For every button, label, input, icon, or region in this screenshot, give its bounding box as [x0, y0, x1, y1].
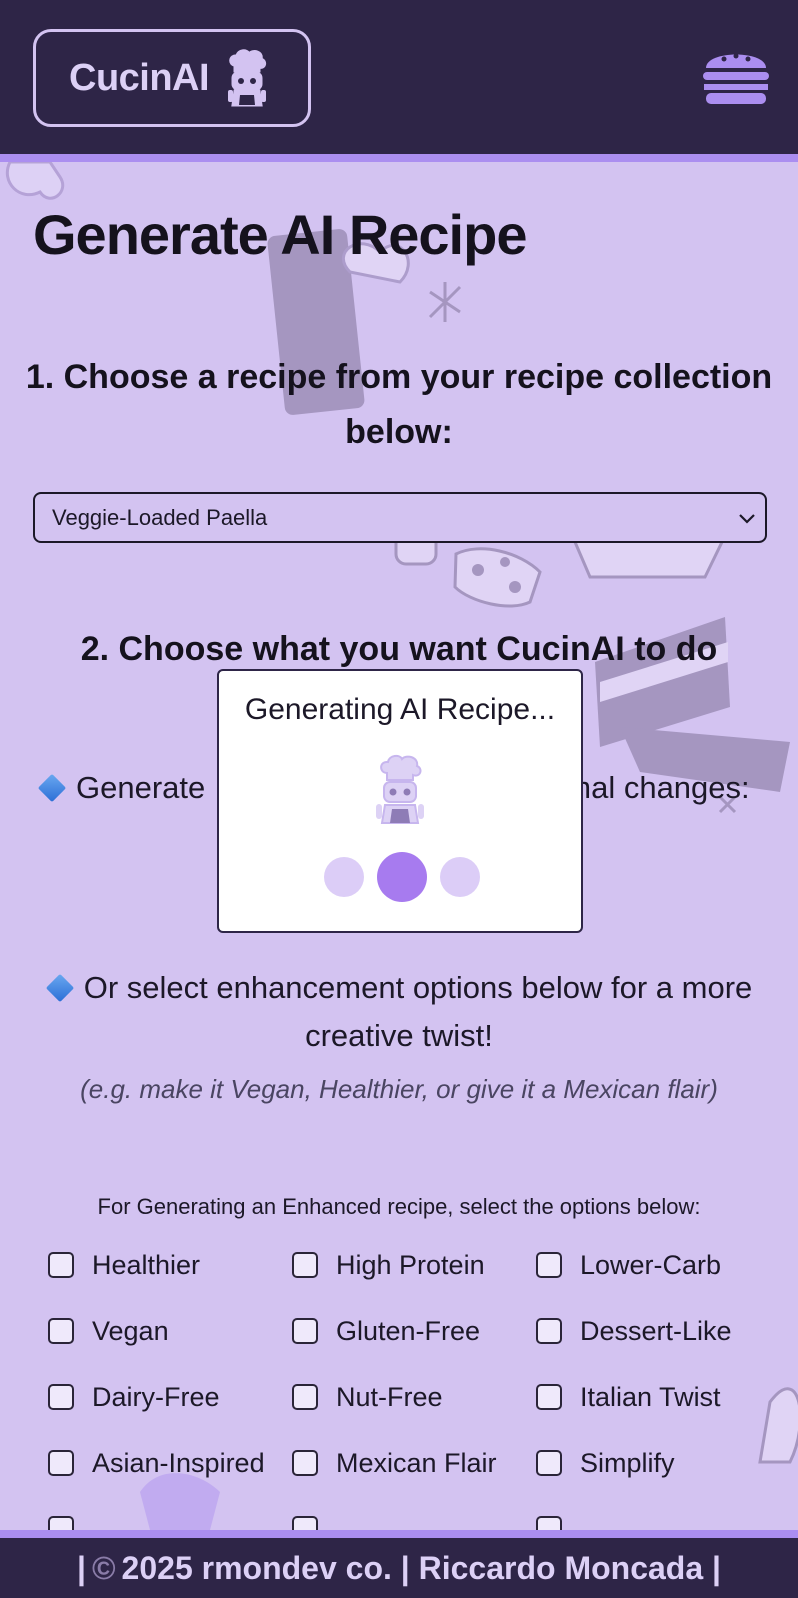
footer-accent-stripe: [0, 1530, 798, 1538]
app-header: CucinAI: [0, 0, 798, 154]
checkbox[interactable]: [48, 1318, 74, 1344]
chevron-down-icon: [739, 514, 755, 524]
blue-diamond-icon: [45, 973, 74, 1002]
recipe-select-value: Veggie-Loaded Paella: [52, 504, 268, 530]
option-mexican-flair[interactable]: Mexican Flair: [292, 1448, 536, 1516]
generate-suffix: mal changes:: [565, 770, 750, 805]
option-italian-twist[interactable]: Italian Twist: [536, 1382, 780, 1450]
loading-title: Generating AI Recipe...: [244, 693, 556, 726]
brand-logo-button[interactable]: CucinAI: [33, 29, 311, 127]
checkbox[interactable]: [292, 1252, 318, 1278]
enhance-text: Or select enhancement options below for …: [83, 970, 753, 1053]
generate-prefix: Generate: [76, 770, 206, 805]
brand-name: CucinAI: [69, 56, 210, 99]
checkbox[interactable]: [292, 1450, 318, 1476]
checkbox[interactable]: [536, 1384, 562, 1410]
checkbox[interactable]: [48, 1252, 74, 1278]
loader-dot: [440, 857, 480, 897]
option-dairy-free[interactable]: Dairy-Free: [48, 1382, 292, 1450]
option-healthier[interactable]: Healthier: [48, 1250, 292, 1318]
enhance-hint: (e.g. make it Vegan, Healthier, or give …: [80, 1074, 718, 1104]
step2-heading: 2. Choose what you want CucinAI to do: [80, 630, 718, 668]
option-high-protein[interactable]: High Protein: [292, 1250, 536, 1318]
checkbox[interactable]: [536, 1252, 562, 1278]
app-footer: | © 2025 rmondev co. | Riccardo Moncada …: [0, 1538, 798, 1598]
checkbox[interactable]: [536, 1450, 562, 1476]
option-vegan[interactable]: Vegan: [48, 1316, 292, 1384]
options-header: For Generating an Enhanced recipe, selec…: [97, 1194, 701, 1219]
copyright-symbol: ©: [91, 1549, 116, 1586]
option-lower-carb[interactable]: Lower-Carb: [536, 1250, 780, 1318]
chef-robot-icon: [376, 754, 424, 824]
loading-modal: Generating AI Recipe...: [217, 669, 583, 933]
loader-dot: [324, 857, 364, 897]
enhance-option-line: Or select enhancement options below for …: [0, 964, 798, 1060]
loader-dot-active: [377, 852, 427, 902]
option-gluten-free[interactable]: Gluten-Free: [292, 1316, 536, 1384]
page-title: Generate AI Recipe: [33, 203, 527, 266]
burger-menu-icon[interactable]: [700, 44, 772, 106]
chef-robot-icon: [228, 49, 267, 107]
checkbox[interactable]: [48, 1450, 74, 1476]
footer-prefix: |: [77, 1549, 86, 1586]
header-accent-stripe: [0, 154, 798, 162]
option-asian-inspired[interactable]: Asian-Inspired: [48, 1448, 292, 1516]
step1-heading: 1. Choose a recipe from your recipe coll…: [25, 358, 773, 451]
footer-text: 2025 rmondev co. | Riccardo Moncada |: [121, 1549, 721, 1586]
option-nut-free[interactable]: Nut-Free: [292, 1382, 536, 1450]
checkbox[interactable]: [48, 1384, 74, 1410]
option-dessert-like[interactable]: Dessert-Like: [536, 1316, 780, 1384]
recipe-select[interactable]: Veggie-Loaded Paella: [33, 492, 767, 543]
checkbox[interactable]: [292, 1384, 318, 1410]
option-simplify[interactable]: Simplify: [536, 1448, 780, 1516]
blue-diamond-icon: [37, 773, 67, 802]
checkbox[interactable]: [292, 1318, 318, 1344]
checkbox[interactable]: [536, 1318, 562, 1344]
